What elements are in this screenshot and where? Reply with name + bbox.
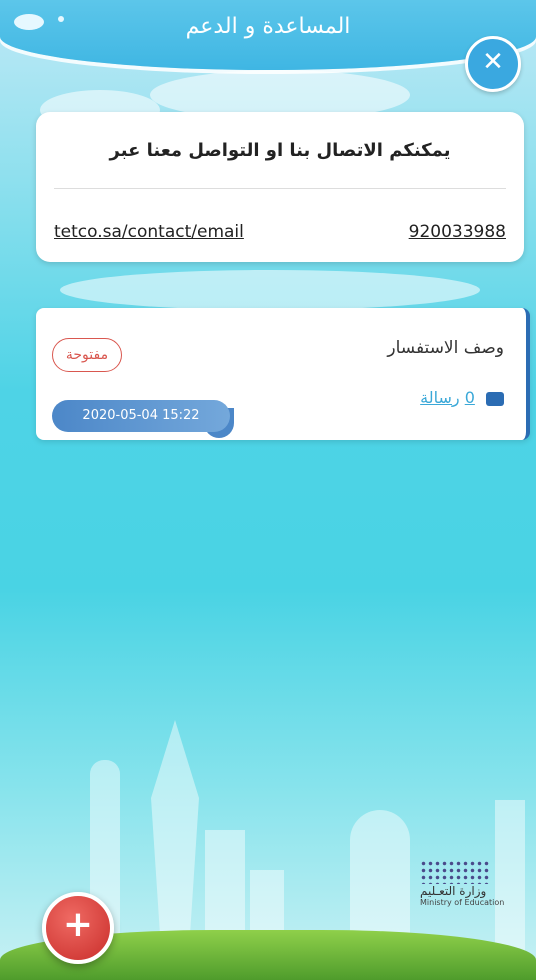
- status-badge: مفتوحة: [52, 338, 122, 372]
- message-count[interactable]: 0: [465, 388, 475, 407]
- ministry-logo-icon: [420, 860, 490, 884]
- page-title: المساعدة و الدعم: [185, 14, 351, 39]
- phone-link[interactable]: 920033988: [409, 222, 506, 242]
- plus-icon: +: [62, 904, 94, 945]
- contact-card: يمكنكم الاتصال بنا او التواصل معنا عبر t…: [36, 112, 524, 262]
- inquiry-card[interactable]: وصف الاستفسار مفتوحة 0 رسالة 2020-05-04 …: [36, 308, 530, 440]
- close-icon: ✕: [482, 47, 504, 77]
- email-link[interactable]: tetco.sa/contact/email: [54, 222, 244, 242]
- inquiry-title: وصف الاستفسار: [387, 338, 504, 358]
- cloud-decoration: [60, 270, 480, 310]
- top-bar: المساعدة و الدعم: [0, 0, 536, 70]
- contact-title: يمكنكم الاتصال بنا او التواصل معنا عبر: [109, 140, 451, 161]
- ministry-name-en: Ministry of Education: [420, 898, 505, 907]
- add-inquiry-button[interactable]: +: [42, 892, 114, 964]
- ministry-name-ar: وزارة التعـليم: [420, 884, 487, 898]
- date-pill: 2020-05-04 15:22: [52, 400, 230, 432]
- ministry-logo: وزارة التعـليم Ministry of Education: [420, 860, 504, 907]
- divider: [54, 188, 506, 189]
- messages-link[interactable]: 0 رسالة: [420, 388, 504, 407]
- message-label[interactable]: رسالة: [420, 388, 459, 407]
- message-icon: [486, 391, 504, 406]
- close-button[interactable]: ✕: [465, 36, 521, 92]
